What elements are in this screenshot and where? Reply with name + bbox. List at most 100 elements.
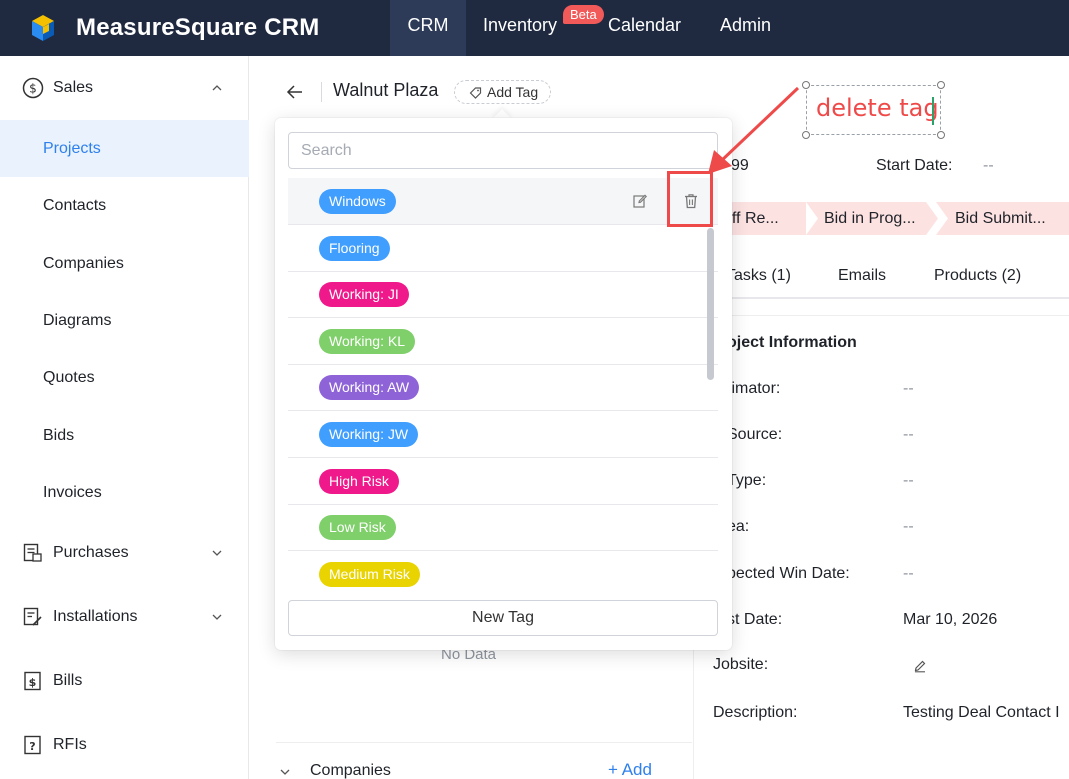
nav-crm[interactable]: CRM	[390, 0, 466, 56]
sidebar-item-diagrams[interactable]: Diagrams	[0, 292, 249, 349]
brand[interactable]: MeasureSquare CRM	[30, 10, 319, 46]
sidebar-group-label: RFIs	[53, 736, 87, 753]
sidebar-group-sales[interactable]: $ Sales	[0, 60, 249, 116]
sidebar: $ Sales Projects Contacts Companies Diag…	[0, 56, 249, 779]
field-value: --	[903, 472, 914, 489]
nav-admin[interactable]: Admin	[720, 0, 771, 56]
tag-pill[interactable]: Working: AW	[319, 375, 420, 400]
field-value: Testing Deal Contact I	[903, 704, 1060, 721]
dropdown-scrollbar[interactable]	[707, 228, 714, 380]
section-title: oject Information	[727, 334, 857, 351]
resize-handle	[937, 81, 945, 89]
chevron-down-icon[interactable]	[210, 610, 224, 624]
brand-name: MeasureSquare CRM	[76, 14, 320, 41]
dollar-circle-icon: $	[22, 77, 44, 99]
tag-row[interactable]: Working: KL	[288, 318, 718, 365]
tag-dropdown: Search Windows Flooring Working: JI Work…	[275, 118, 732, 650]
field-value: --	[903, 380, 914, 397]
text-cursor	[932, 97, 934, 125]
tag-pill[interactable]: High Risk	[319, 469, 399, 494]
edit-icon[interactable]	[632, 193, 648, 209]
tag-row[interactable]: Working: JW	[288, 411, 718, 458]
field-label: Description:	[713, 704, 798, 721]
sidebar-group-purchases[interactable]: Purchases	[0, 525, 249, 581]
tag-pill[interactable]: Working: JW	[319, 422, 419, 447]
tag-pill[interactable]: Windows	[319, 189, 396, 214]
sidebar-group-installations[interactable]: Installations	[0, 589, 249, 645]
header-separator	[321, 82, 322, 102]
stage-step[interactable]: Bid in Prog...	[806, 202, 938, 235]
brand-logo-icon	[32, 15, 54, 41]
field-label: Jobsite:	[713, 656, 769, 673]
resize-handle	[802, 81, 810, 89]
tab-tasks[interactable]: Tasks (1)	[726, 267, 791, 285]
edit-pencil-icon[interactable]	[913, 659, 927, 673]
new-tag-button[interactable]: New Tag	[288, 600, 718, 636]
installations-icon	[23, 607, 42, 626]
field-value: --	[903, 565, 914, 582]
sidebar-group-label: Sales	[53, 79, 94, 96]
purchases-icon	[23, 543, 42, 562]
field-value: --	[903, 518, 914, 535]
add-tag-label: Add Tag	[487, 84, 539, 100]
sidebar-group-label: Purchases	[53, 544, 129, 561]
tabs-divider	[693, 297, 1069, 299]
field-label: pected Win Date:	[727, 565, 850, 582]
svg-text:?: ?	[29, 740, 35, 753]
back-arrow-icon[interactable]	[285, 82, 305, 102]
resize-handle	[802, 131, 810, 139]
add-tag-button[interactable]: Add Tag	[454, 80, 552, 104]
tag-row[interactable]: Flooring	[288, 225, 718, 272]
tag-row[interactable]: Windows	[288, 178, 718, 225]
tab-emails[interactable]: Emails	[838, 267, 886, 285]
beta-badge: Beta	[563, 5, 604, 24]
section-divider	[693, 315, 1069, 316]
tag-row[interactable]: Low Risk	[288, 504, 718, 551]
stage-step[interactable]: Bid Submit...	[936, 202, 1069, 235]
field-value: --	[903, 426, 914, 443]
field-label: Source:	[727, 426, 783, 443]
bills-icon: $	[24, 671, 41, 691]
rfi-icon: ?	[24, 735, 41, 755]
tag-icon	[469, 86, 482, 99]
page-title: Walnut Plaza	[333, 80, 439, 100]
top-navbar: MeasureSquare CRM CRM Inventory Beta Cal…	[0, 0, 1069, 56]
annotation-text: delete tag	[816, 94, 939, 122]
field-label: st Date:	[727, 611, 783, 628]
tag-pill[interactable]: Medium Risk	[319, 562, 420, 587]
tag-pill[interactable]: Flooring	[319, 236, 390, 261]
sidebar-item-bids[interactable]: Bids	[0, 407, 249, 464]
sidebar-item-rfis[interactable]: ? RFIs	[0, 717, 249, 773]
tag-row[interactable]: Medium Risk	[288, 551, 718, 598]
field-value: Mar 10, 2026	[903, 611, 998, 628]
tag-row[interactable]: Working: AW	[288, 364, 718, 411]
sidebar-item-contacts[interactable]: Contacts	[0, 177, 249, 234]
tag-row[interactable]: High Risk	[288, 458, 718, 505]
chevron-down-icon[interactable]	[278, 765, 292, 779]
tag-row[interactable]: Working: JI	[288, 271, 718, 318]
add-company-link[interactable]: + Add	[608, 760, 652, 779]
sidebar-item-invoices[interactable]: Invoices	[0, 464, 249, 521]
nav-calendar[interactable]: Calendar	[608, 0, 681, 56]
resize-handle	[937, 131, 945, 139]
start-date-label: Start Date:	[876, 157, 953, 174]
sidebar-item-projects[interactable]: Projects	[0, 120, 249, 177]
field-label: timator:	[727, 380, 781, 397]
start-date-value: --	[983, 157, 994, 174]
tab-products[interactable]: Products (2)	[934, 267, 1021, 285]
sidebar-item-bills[interactable]: $ Bills	[0, 653, 249, 709]
tag-pill[interactable]: Working: JI	[319, 282, 409, 307]
companies-section-title: Companies	[310, 762, 391, 779]
chevron-up-icon[interactable]	[210, 81, 224, 95]
sidebar-group-label: Bills	[53, 672, 83, 689]
tag-search-input[interactable]: Search	[288, 132, 718, 169]
annotation-arrow-icon	[708, 86, 800, 174]
field-label: Type:	[727, 472, 767, 489]
tag-pill[interactable]: Low Risk	[319, 515, 396, 540]
tag-pill[interactable]: Working: KL	[319, 329, 415, 354]
sidebar-item-quotes[interactable]: Quotes	[0, 349, 249, 406]
nav-inventory[interactable]: Inventory	[483, 0, 557, 56]
sidebar-item-companies[interactable]: Companies	[0, 235, 249, 292]
svg-text:$: $	[29, 82, 37, 96]
chevron-down-icon[interactable]	[210, 546, 224, 560]
